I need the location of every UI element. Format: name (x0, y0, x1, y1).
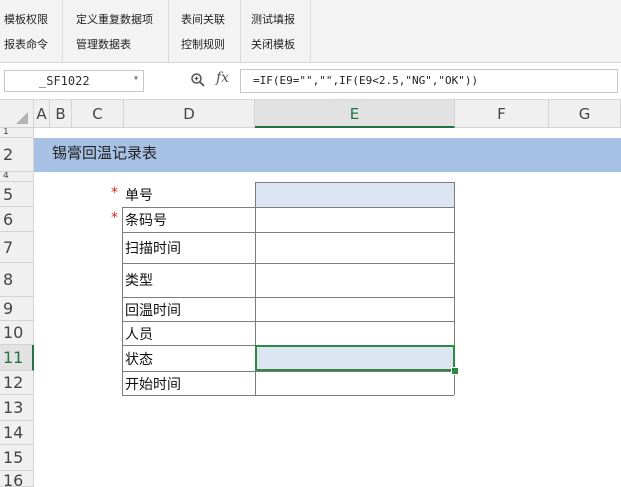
required-marker: * (111, 210, 118, 226)
row-header-7[interactable]: 7 (0, 232, 34, 263)
personnel-input[interactable] (255, 321, 454, 345)
table-border (255, 182, 454, 183)
manage-data-tables-button[interactable]: 管理数据表 (76, 36, 131, 52)
insert-function-icon[interactable]: fx (216, 70, 229, 86)
ribbon-group-relations: 表间关联 控制规则 (168, 0, 241, 62)
row-header-2[interactable]: 2 (0, 138, 34, 172)
formula-input[interactable]: =IF(E9="","",IF(E9<2.5,"NG","OK")) (240, 69, 618, 93)
row-header-10[interactable]: 10 (0, 321, 34, 345)
column-header-d[interactable]: D (124, 100, 255, 128)
column-header-e[interactable]: E (255, 100, 455, 128)
name-box-value: _SF1022 (39, 74, 90, 88)
active-cell-selection[interactable] (255, 345, 455, 371)
field-label-type: 类型 (125, 273, 153, 289)
start-time-input[interactable] (255, 371, 454, 395)
column-header-a[interactable]: A (34, 100, 50, 128)
field-label-order-number: 单号 (125, 188, 153, 204)
row-header-13[interactable]: 13 (0, 395, 34, 421)
table-border (122, 371, 454, 372)
sheet-title: 锡膏回温记录表 (52, 144, 158, 162)
report-commands-button[interactable]: 报表命令 (4, 36, 48, 52)
table-border (122, 207, 454, 208)
table-border (122, 395, 454, 396)
row-header-1[interactable]: 1 (0, 128, 34, 138)
table-relations-button[interactable]: 表间关联 (181, 11, 225, 27)
ribbon-group-permissions: 模板权限 报表命令 (0, 0, 63, 62)
field-label-personnel: 人员 (125, 327, 153, 343)
template-permissions-button[interactable]: 模板权限 (4, 11, 48, 27)
column-header-f[interactable]: F (455, 100, 549, 128)
row-header-4[interactable]: 4 (0, 172, 34, 182)
row-header-12[interactable]: 12 (0, 371, 34, 395)
row-header-9[interactable]: 9 (0, 297, 34, 321)
table-border (122, 207, 123, 395)
ribbon-toolbar: 模板权限 报表命令 定义重复数据项 管理数据表 表间关联 控制规则 测试填报 关… (0, 0, 621, 63)
table-border (122, 297, 454, 298)
column-header-c[interactable]: C (72, 100, 124, 128)
scan-time-input[interactable] (255, 232, 454, 263)
column-header-b[interactable]: B (50, 100, 72, 128)
field-label-barcode: 条码号 (125, 213, 167, 229)
row-header-6[interactable]: 6 (0, 207, 34, 232)
type-input[interactable] (255, 263, 454, 297)
table-border (122, 321, 454, 322)
define-repeat-items-button[interactable]: 定义重复数据项 (76, 11, 153, 27)
formula-bar: _SF1022 ▾ fx =IF(E9="","",IF(E9<2.5,"NG"… (0, 63, 621, 100)
zoom-search-icon[interactable] (190, 72, 206, 92)
warmup-time-input[interactable] (255, 297, 454, 321)
field-label-status: 状态 (125, 352, 153, 368)
row-header-8[interactable]: 8 (0, 263, 34, 297)
row-header-11[interactable]: 11 (0, 345, 34, 371)
fill-handle[interactable] (451, 367, 459, 375)
row-header-15[interactable]: 15 (0, 445, 34, 471)
field-label-scan-time: 扫描时间 (125, 241, 181, 257)
row-header-14[interactable]: 14 (0, 421, 34, 445)
ribbon-group-data: 定义重复数据项 管理数据表 (62, 0, 169, 62)
required-marker: * (111, 185, 118, 201)
field-label-start-time: 开始时间 (125, 377, 181, 393)
field-label-warmup-time: 回温时间 (125, 303, 181, 319)
column-header-g[interactable]: G (549, 100, 621, 128)
table-border (122, 232, 454, 233)
name-box[interactable]: _SF1022 ▾ (4, 70, 144, 92)
barcode-input[interactable] (255, 207, 454, 232)
chevron-down-icon[interactable]: ▾ (133, 73, 139, 84)
ribbon-group-test: 测试填报 关闭模板 (240, 0, 311, 62)
row-header-16[interactable]: 16 (0, 471, 34, 487)
select-all-corner[interactable] (0, 100, 34, 128)
close-template-button[interactable]: 关闭模板 (251, 36, 295, 52)
order-number-input[interactable] (255, 182, 454, 207)
test-fill-button[interactable]: 测试填报 (251, 11, 295, 27)
table-border (122, 263, 454, 264)
row-header-5[interactable]: 5 (0, 182, 34, 207)
control-rules-button[interactable]: 控制规则 (181, 36, 225, 52)
